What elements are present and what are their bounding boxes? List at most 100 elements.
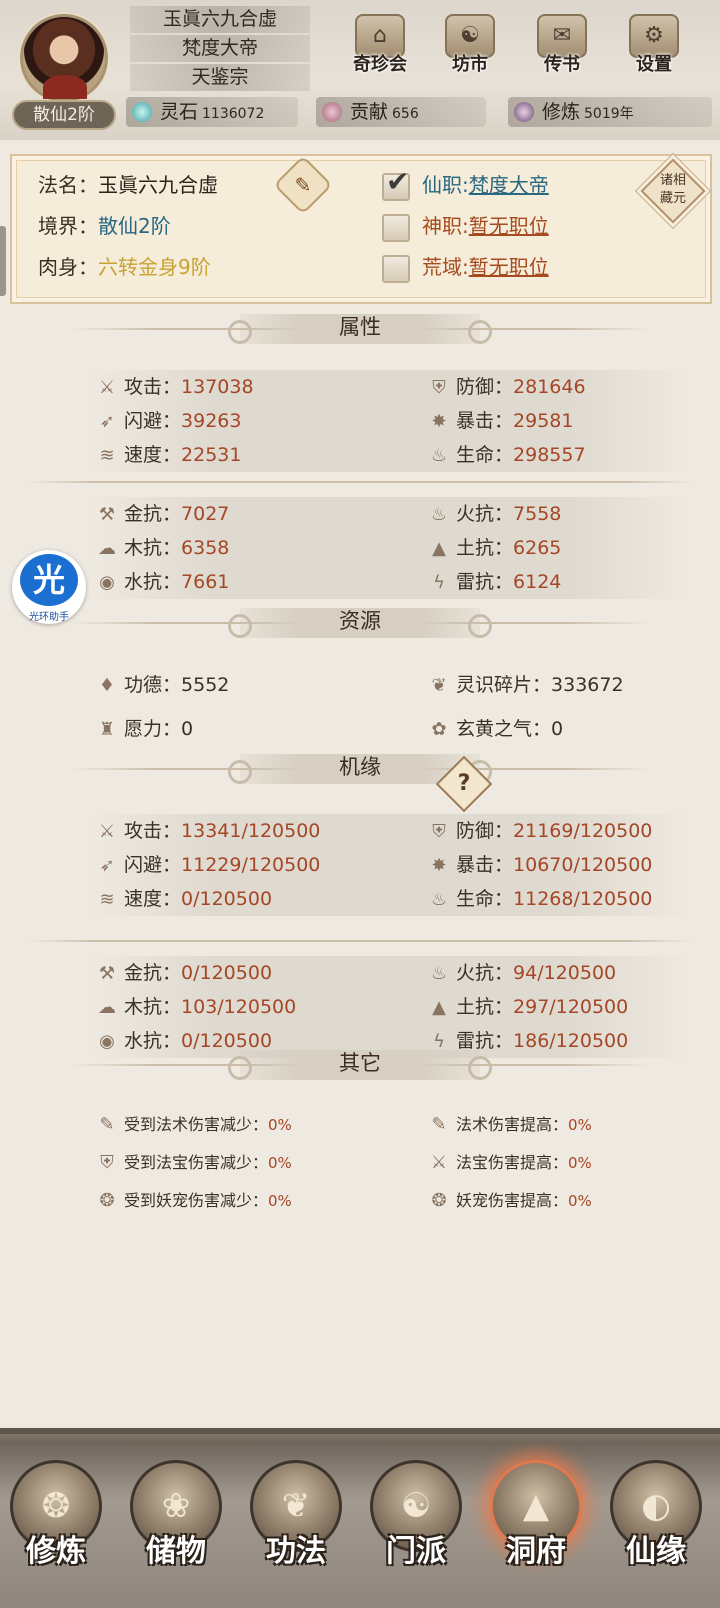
market-button[interactable]: ☯ 坊市 bbox=[432, 14, 508, 86]
stat-value: 0% bbox=[268, 1154, 292, 1172]
stat-row: ◉ 水抗：7661 ϟ 雷抗：6124 bbox=[90, 565, 690, 599]
stat-row: ⚒ 金抗：0/120500 ♨ 火抗：94/120500 bbox=[90, 956, 690, 990]
nav-cultivate[interactable]: ❂ 修炼 bbox=[0, 1460, 112, 1600]
huangyu-link[interactable]: 暂无职位 bbox=[469, 255, 549, 279]
speed-wind-icon: ≋ bbox=[99, 889, 115, 910]
section-header-fortune: 机缘 bbox=[70, 752, 650, 786]
stat-item: ◉ 水抗：7661 bbox=[90, 565, 229, 599]
stat-label: 法宝伤害提高： bbox=[456, 1153, 569, 1172]
stat-item: ♨ 生命：298557 bbox=[422, 438, 586, 472]
player-name: 玉眞六九合虛 bbox=[130, 6, 310, 33]
stat-label: 速度： bbox=[124, 444, 182, 466]
brush-icon: ✎ bbox=[294, 173, 312, 197]
stat-item: ❦ 灵识碎片：333672 bbox=[422, 668, 623, 702]
mail-button[interactable]: ✉ 传书 bbox=[524, 14, 600, 86]
stat-item: ☁ 木抗：103/120500 bbox=[90, 990, 296, 1024]
thunder-icon: ϟ bbox=[433, 572, 445, 593]
section-header-resources: 资源 bbox=[70, 606, 650, 640]
merit-icon: ♦ bbox=[98, 675, 116, 696]
xianzhi-link[interactable]: 梵度大帝 bbox=[469, 173, 549, 197]
zhuxiang-label: 诸相 藏元 bbox=[659, 173, 686, 206]
stat-value: 0% bbox=[268, 1116, 292, 1134]
stat-label: 土抗： bbox=[456, 537, 514, 559]
stat-label: 雷抗： bbox=[456, 571, 514, 593]
stat-row: ≋ 速度：22531 ♨ 生命：298557 bbox=[90, 438, 690, 472]
nav-cave-dwelling[interactable]: ▲ 洞府 bbox=[480, 1460, 592, 1600]
stat-row: ⛨ 受到法宝伤害减少：0% ⚔ 法宝伤害提高：0% bbox=[90, 1146, 690, 1180]
earth-mountain-icon: ▲ bbox=[432, 997, 446, 1018]
avatar[interactable] bbox=[20, 14, 108, 102]
stat-item: ☁ 木抗：6358 bbox=[90, 531, 229, 565]
stat-item: ϟ 雷抗：6124 bbox=[422, 565, 561, 599]
jingjie-value: 散仙2阶 bbox=[98, 214, 171, 238]
stat-item: ≋ 速度：22531 bbox=[90, 438, 241, 472]
resource-gongxian: 贡献 656 bbox=[316, 97, 486, 127]
side-pull-tab[interactable] bbox=[0, 226, 6, 296]
xianzhi-row: 仙职:梵度大帝 bbox=[382, 165, 549, 202]
stat-value: 13341/120500 bbox=[181, 820, 321, 842]
zhuxiang-cangyuan-button[interactable]: 诸相 藏元 bbox=[640, 158, 706, 224]
halo-helper-button[interactable]: 光 光环助手 bbox=[12, 550, 86, 624]
shenzhi-checkbox[interactable] bbox=[382, 213, 410, 242]
stat-item: ♦ 功德：5552 bbox=[90, 668, 229, 702]
stat-value: 281646 bbox=[513, 376, 586, 398]
spirit-stone-icon bbox=[132, 102, 152, 122]
stat-label: 攻击： bbox=[124, 820, 182, 842]
stat-label: 暴击： bbox=[456, 410, 514, 432]
stat-row: ➶ 闪避：11229/120500 ✸ 暴击：10670/120500 bbox=[90, 848, 690, 882]
stat-value: 0% bbox=[568, 1192, 592, 1210]
section-header-attributes: 属性 bbox=[70, 312, 650, 346]
stat-item: ✸ 暴击：29581 bbox=[422, 404, 573, 438]
stat-value: 0% bbox=[268, 1192, 292, 1210]
stat-value: 11268/120500 bbox=[513, 888, 653, 910]
nav-technique[interactable]: ❦ 功法 bbox=[240, 1460, 352, 1600]
stat-label: 防御： bbox=[456, 820, 514, 842]
section-header-other: 其它 bbox=[70, 1048, 650, 1082]
faming-row: 法名：玉眞六九合虛 bbox=[38, 173, 218, 197]
shenzhi-link[interactable]: 暂无职位 bbox=[469, 214, 549, 238]
stat-label: 愿力： bbox=[124, 718, 182, 740]
spell-damage-reduce-icon: ✎ bbox=[99, 1114, 115, 1135]
life-flame-icon: ♨ bbox=[430, 445, 448, 466]
stat-item: ⛨ 受到法宝伤害减少：0% bbox=[90, 1146, 292, 1180]
stat-item: ⚒ 金抗：7027 bbox=[90, 497, 229, 531]
stat-value: 298557 bbox=[513, 444, 586, 466]
qizhenhui-button[interactable]: ⌂ 奇珍会 bbox=[342, 14, 418, 86]
huangyu-checkbox[interactable] bbox=[382, 254, 410, 283]
stat-item: ✎ 受到法术伤害减少：0% bbox=[90, 1108, 292, 1142]
stat-row: ♦ 功德：5552 ❦ 灵识碎片：333672 bbox=[90, 668, 690, 702]
stat-value: 0/120500 bbox=[181, 888, 273, 910]
stat-label: 灵识碎片： bbox=[456, 674, 552, 696]
soul-shard-icon: ❦ bbox=[431, 675, 447, 696]
stat-row: ⚔ 攻击：13341/120500 ⛨ 防御：21169/120500 bbox=[90, 814, 690, 848]
question-icon: ? bbox=[457, 771, 471, 796]
stat-label: 金抗： bbox=[124, 503, 182, 525]
stat-value: 0 bbox=[181, 718, 194, 740]
avatar-frame[interactable]: 散仙2阶 bbox=[6, 8, 122, 130]
nav-sect[interactable]: ☯ 门派 bbox=[360, 1460, 472, 1600]
stat-label: 速度： bbox=[124, 888, 182, 910]
settings-button[interactable]: ⚙ 设置 bbox=[616, 14, 692, 86]
stat-item: ⚔ 攻击：13341/120500 bbox=[90, 814, 320, 848]
wood-dragon-icon: ☁ bbox=[98, 997, 116, 1018]
roushen-row: 肉身：六转金身9阶 bbox=[38, 255, 211, 279]
nav-immortal-fate[interactable]: ◐ 仙缘 bbox=[600, 1460, 712, 1600]
stat-label: 生命： bbox=[456, 888, 514, 910]
stat-item: ♨ 火抗：94/120500 bbox=[422, 956, 616, 990]
stat-label: 闪避： bbox=[124, 410, 182, 432]
xianzhi-checkbox[interactable] bbox=[382, 165, 410, 201]
stat-label: 金抗： bbox=[124, 962, 182, 984]
stat-value: 297/120500 bbox=[513, 996, 629, 1018]
info-panel: 法名：玉眞六九合虛 ✎ 境界：散仙2阶 肉身：六转金身9阶 仙职:梵度大帝 神职… bbox=[10, 154, 712, 304]
sword-attack-icon: ⚔ bbox=[98, 821, 116, 842]
stat-item: ⛨ 防御：21169/120500 bbox=[422, 814, 652, 848]
rename-brush-button[interactable]: ✎ bbox=[273, 155, 333, 215]
nav-storage[interactable]: ❀ 储物 bbox=[120, 1460, 232, 1600]
stat-item: ✸ 暴击：10670/120500 bbox=[422, 848, 652, 882]
stat-value: 137038 bbox=[181, 376, 254, 398]
stat-item: ➶ 闪避：11229/120500 bbox=[90, 848, 320, 882]
stat-value: 6124 bbox=[513, 571, 562, 593]
stat-value: 7661 bbox=[181, 571, 230, 593]
stat-value: 0% bbox=[568, 1116, 592, 1134]
divider bbox=[28, 940, 692, 942]
